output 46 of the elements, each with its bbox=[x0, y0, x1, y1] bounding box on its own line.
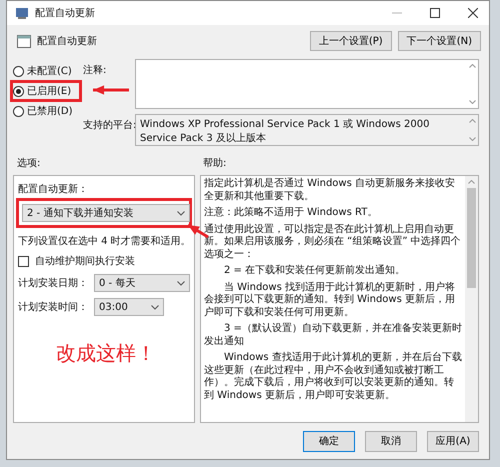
options-note: 下列设置仅在选中 4 时才需要和适用。 bbox=[18, 234, 190, 248]
radio-option[interactable]: 未配置(C) bbox=[13, 63, 79, 79]
scrollbar[interactable] bbox=[465, 176, 478, 422]
maximize-icon bbox=[430, 8, 440, 18]
annotation-text: 改成这样！ bbox=[56, 340, 157, 367]
field-label: 注释: bbox=[83, 64, 108, 77]
field-label: 支持的平台: bbox=[83, 118, 135, 132]
help-paragraph: 指定此计算机是否通过 Windows 自动更新服务来接收安全更新和其他重要下载。 bbox=[204, 178, 456, 203]
help-paragraph: 当 Windows 找到适用于此计算机的更新时，用户将会接到可以下载更新的通知。转到 Windows 更新后，用户即可下载和安装任何可用更新。 bbox=[204, 282, 456, 319]
scroll-up-icon[interactable] bbox=[468, 119, 476, 123]
section-label: 选项: bbox=[17, 156, 42, 170]
field-label: 计划安装日期： bbox=[18, 276, 88, 290]
setting-icon bbox=[17, 34, 31, 48]
help-paragraph: 2 = 在下载和安装任何更新前发出通知。 bbox=[223, 265, 406, 278]
update-mode-dropdown[interactable]: 2 - 通知下载并通知安装 bbox=[22, 204, 190, 222]
dropdown-caret-icon bbox=[177, 210, 185, 216]
dialog-button[interactable]: 取消 bbox=[365, 430, 417, 452]
dropdown-caret-icon bbox=[177, 280, 185, 286]
help-paragraph: 3 =（默认设置）自动下载更新，并在准备安装更新时发出通知 bbox=[204, 323, 462, 348]
radio-option[interactable]: 已启用(E) bbox=[13, 83, 79, 99]
nav-button[interactable]: 上一个设置(P) bbox=[310, 31, 392, 51]
checkbox-label: 自动维护期间执行安装 bbox=[35, 254, 135, 268]
platform-field: Windows XP Professional Service Pack 1 或 Windows 2000 Service Pack 3 及以上版本 bbox=[135, 114, 479, 146]
setting-title: 配置自动更新 bbox=[37, 34, 98, 48]
window-title: 配置自动更新 bbox=[35, 6, 96, 20]
radio-option[interactable]: 已禁用(D) bbox=[13, 103, 79, 119]
scroll-up-icon[interactable] bbox=[468, 64, 476, 68]
dialog-button[interactable]: 应用(A) bbox=[427, 430, 479, 452]
schedule-dropdown[interactable]: 0 - 每天 bbox=[94, 274, 190, 292]
annotation-arrow bbox=[93, 85, 129, 95]
policy-icon bbox=[15, 7, 29, 19]
help-paragraph: 注意：此策略不适用于 Windows RT。 bbox=[204, 207, 378, 220]
scroll-down-icon[interactable] bbox=[468, 137, 476, 141]
dropdown-caret-icon bbox=[151, 304, 159, 310]
scroll-down-icon[interactable] bbox=[468, 100, 476, 104]
scroll-up-icon[interactable] bbox=[468, 180, 475, 184]
checkbox[interactable] bbox=[18, 256, 29, 266]
section-label: 帮助: bbox=[203, 156, 226, 170]
nav-button[interactable]: 下一个设置(N) bbox=[398, 31, 481, 51]
comment-field[interactable] bbox=[135, 59, 479, 109]
schedule-dropdown[interactable]: 03:00 bbox=[94, 298, 164, 316]
close-icon bbox=[468, 8, 478, 18]
field-label: 计划安装时间： bbox=[18, 300, 88, 314]
dialog-button[interactable]: 确定 bbox=[303, 430, 355, 452]
help-paragraph: Windows 查找适用于此计算机的更新，并在后台下载这些更新（在此过程中，用户不会收到通知或被打断工作）。完成下载后，用户将收到可以安装更新的通知。转到 Windows 更新后，用户即可安装更新。 bbox=[204, 352, 462, 402]
field-label: 配置自动更新： bbox=[18, 182, 89, 196]
